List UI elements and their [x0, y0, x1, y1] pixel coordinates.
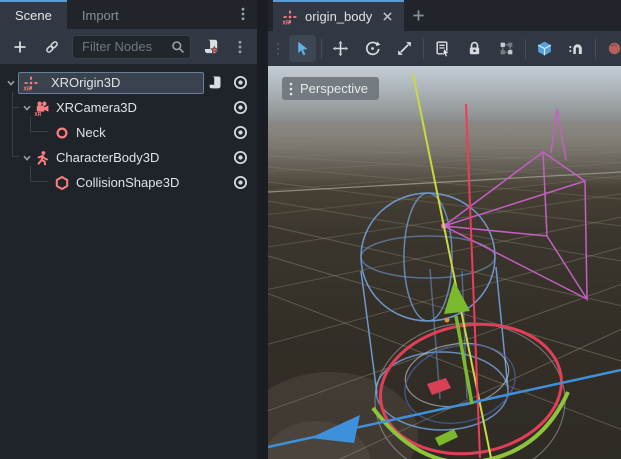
scene-tab-label: origin_body	[305, 9, 372, 24]
chain-link-icon	[44, 39, 60, 55]
perspective-label: Perspective	[300, 81, 368, 96]
node-name: CharacterBody3D	[56, 150, 159, 165]
visibility-toggle[interactable]	[231, 149, 249, 167]
plus-icon	[411, 8, 426, 23]
expand-caret-icon[interactable]	[4, 76, 18, 90]
visibility-toggle[interactable]	[231, 174, 249, 192]
viewport-toolbar	[268, 31, 621, 66]
godot-editor-window: Scene Import	[0, 0, 621, 459]
red-partial-tool-button[interactable]	[601, 35, 621, 62]
list-select-tool-button[interactable]	[429, 35, 456, 62]
viewport-3d[interactable]: Perspective	[268, 66, 621, 459]
expand-caret-icon[interactable]	[20, 151, 34, 165]
scale-tool-button[interactable]	[391, 35, 418, 62]
add-node-button[interactable]	[8, 35, 32, 59]
main-editor-area: XR origin_body	[268, 0, 621, 459]
toolbar-drag-handle[interactable]	[272, 39, 284, 59]
toolbar-separator	[321, 39, 322, 59]
new-scene-tab-button[interactable]	[404, 0, 432, 31]
svg-text:XR: XR	[34, 111, 41, 115]
search-icon	[170, 39, 186, 55]
tree-row-neck[interactable]: Neck	[0, 120, 257, 145]
select-tool-button[interactable]	[289, 35, 316, 62]
visibility-toggle[interactable]	[231, 74, 249, 92]
move-icon	[332, 40, 349, 57]
vertical-dots-icon	[235, 6, 251, 22]
toolbar-separator	[423, 39, 424, 59]
scene-tree: XR XROrigin3D	[0, 64, 257, 459]
list-select-icon	[434, 40, 451, 57]
tree-row-xrcamera3d[interactable]: XR XRCamera3D	[0, 95, 257, 120]
character-body-icon	[34, 150, 50, 166]
xr-origin-icon: XR	[23, 75, 39, 91]
scene-tree-options-button[interactable]	[231, 35, 249, 59]
close-icon	[381, 10, 394, 23]
toolbar-separator	[525, 39, 526, 59]
lock-node-button[interactable]	[461, 35, 488, 62]
tree-row-collisionshape3d[interactable]: CollisionShape3D	[0, 170, 257, 195]
attach-script-button[interactable]	[199, 35, 223, 59]
orange-marker-dot	[445, 318, 450, 323]
rotate-icon	[364, 40, 381, 57]
move-tool-button[interactable]	[327, 35, 354, 62]
node-name: XRCamera3D	[56, 100, 137, 115]
light-blob	[268, 372, 418, 459]
xr-origin-icon: XR	[282, 9, 298, 25]
eye-icon	[232, 74, 249, 91]
selected-node-box: XR XROrigin3D	[18, 72, 204, 94]
scene-dock: Scene Import	[0, 0, 257, 459]
tree-row-xrorigin3d[interactable]: XR XROrigin3D	[0, 70, 257, 95]
local-space-cube-icon	[536, 40, 553, 57]
red-tool-icon	[606, 40, 621, 57]
vertical-dots-icon	[232, 39, 248, 55]
tab-scene-label: Scene	[15, 8, 52, 23]
perspective-view-menu[interactable]: Perspective	[282, 77, 379, 100]
close-scene-tab-button[interactable]	[379, 9, 395, 25]
tab-import-label: Import	[82, 8, 119, 23]
snap-magnet-icon	[568, 40, 585, 57]
svg-text:XR: XR	[23, 86, 31, 90]
rotate-tool-button[interactable]	[359, 35, 386, 62]
visibility-toggle[interactable]	[231, 99, 249, 117]
tab-scene[interactable]: Scene	[0, 0, 67, 29]
svg-text:XR: XR	[282, 20, 290, 24]
node3d-ring-icon	[54, 125, 70, 141]
select-cursor-icon	[294, 40, 311, 57]
toolbar-separator	[595, 39, 596, 59]
dock-tabs-menu-button[interactable]	[235, 6, 251, 22]
scene-tab-bar: XR origin_body	[268, 0, 621, 31]
rotation-rings	[371, 312, 571, 459]
node-name: Neck	[76, 125, 106, 140]
script-icon[interactable]	[207, 75, 223, 91]
eye-icon	[232, 99, 249, 116]
scene-dock-toolbar	[0, 29, 257, 64]
scene-tab-origin-body[interactable]: XR origin_body	[273, 0, 404, 31]
group-node-button[interactable]	[493, 35, 520, 62]
instantiate-scene-button[interactable]	[40, 35, 64, 59]
eye-icon	[232, 174, 249, 191]
expand-caret-icon[interactable]	[20, 101, 34, 115]
visibility-toggle[interactable]	[231, 124, 249, 142]
dock-tab-bar: Scene Import	[0, 0, 257, 29]
use-snap-button[interactable]	[563, 35, 590, 62]
script-star-icon	[202, 38, 220, 56]
tree-row-characterbody3d[interactable]: CharacterBody3D	[0, 145, 257, 170]
node-name: XROrigin3D	[51, 75, 120, 90]
row-buttons	[207, 74, 257, 92]
xr-camera-icon: XR	[34, 100, 50, 116]
vertical-dots-icon	[288, 81, 294, 97]
eye-icon	[232, 124, 249, 141]
tab-import[interactable]: Import	[67, 0, 134, 29]
green-plane-handle	[435, 429, 458, 446]
node-name: CollisionShape3D	[76, 175, 179, 190]
filter-nodes-field	[72, 35, 191, 59]
gizmo-overlay	[268, 66, 621, 459]
plus-icon	[12, 39, 28, 55]
use-local-space-button[interactable]	[531, 35, 558, 62]
collision-shape-icon	[54, 175, 70, 191]
lock-icon	[466, 40, 483, 57]
eye-icon	[232, 149, 249, 166]
scale-icon	[396, 40, 413, 57]
group-icon	[498, 40, 515, 57]
